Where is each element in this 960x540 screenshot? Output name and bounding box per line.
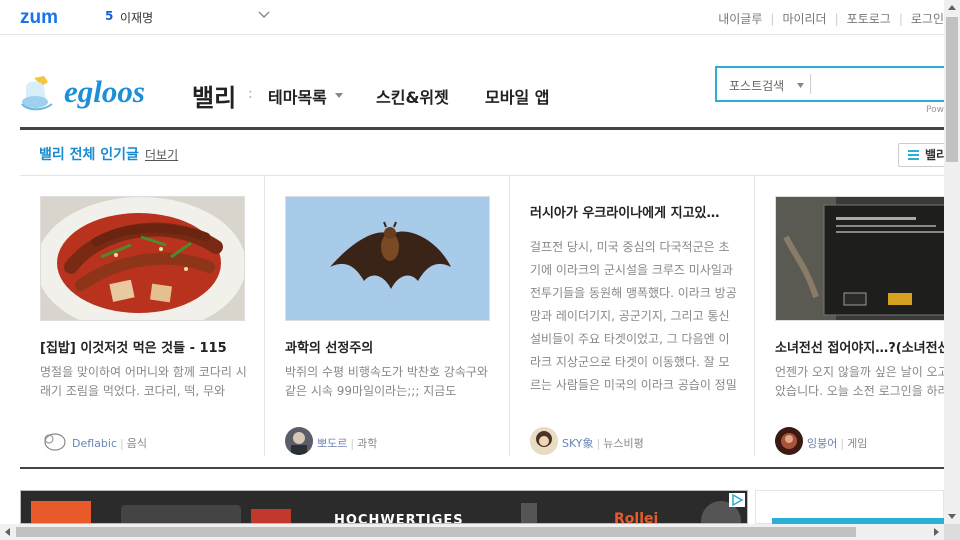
author-name[interactable]: SKY象 [562, 437, 594, 450]
search-type-select[interactable]: 포스트검색 [729, 77, 784, 94]
caret-down-icon[interactable] [797, 83, 804, 88]
scroll-left-arrow-icon[interactable] [0, 524, 16, 540]
link-photolog[interactable]: 포토로그 [847, 12, 891, 26]
list-icon [908, 150, 919, 160]
section-title: 밸리 전체 인기글 [39, 147, 139, 163]
vertical-scrollbar[interactable] [944, 0, 960, 524]
divider: | [770, 12, 775, 26]
scrollbar-corner [944, 524, 960, 540]
post-card: 소녀전선 접어야지…?(소녀전선 언젠가 오지 않을까 싶은 날이 오고 말았습… [755, 176, 960, 456]
horizontal-scroll-thumb[interactable] [16, 527, 856, 537]
ad-choices-icon[interactable] [729, 493, 745, 507]
search-input[interactable] [810, 74, 950, 94]
link-my-reader[interactable]: 마이리더 [782, 12, 826, 26]
ad-brand: Rollei [614, 511, 659, 524]
egloos-logo-text[interactable]: egloos [64, 74, 145, 110]
horizontal-scrollbar[interactable] [0, 524, 944, 540]
header-divider [20, 127, 944, 130]
author-line: Deflabic음식 [72, 435, 147, 451]
post-author: 뽀도르과학 [285, 427, 500, 455]
top-links: 내이글루 | 마이리더 | 포토로그 | 로그인 [718, 10, 944, 27]
vertical-scroll-thumb[interactable] [946, 17, 958, 162]
more-link[interactable]: 더보기 [145, 146, 178, 163]
post-author: 잉붕어게임 [775, 427, 960, 455]
powered-by-text: Pow [926, 105, 944, 115]
ad-headline: HOCHWERTIGES [334, 513, 464, 524]
post-category[interactable]: 과학 [347, 437, 377, 450]
post-excerpt[interactable]: 언젠가 오지 않을까 싶은 날이 오고 말았습니다. 오늘 소전 로그인을 하려 [775, 363, 960, 401]
post-card: 러시아가 우크라이나에게 지고있… 걸프전 당시, 미국 중심의 다국적군은 초… [510, 176, 755, 456]
section-divider [20, 467, 944, 469]
divider: | [898, 12, 903, 26]
avatar[interactable] [285, 427, 313, 455]
post-author: SKY象뉴스비평 [530, 427, 745, 455]
post-card: 과학의 선정주의 박쥐의 수평 비행속도가 박찬호 강속구와 같은 시속 99마… [265, 176, 510, 456]
post-category[interactable]: 게임 [837, 437, 867, 450]
avatar[interactable] [530, 427, 558, 455]
author-name[interactable]: 뽀도르 [317, 437, 347, 450]
avatar[interactable] [40, 427, 68, 455]
avatar[interactable] [775, 427, 803, 455]
post-thumbnail[interactable] [40, 196, 245, 321]
scroll-up-arrow-icon[interactable] [944, 0, 960, 16]
post-title[interactable]: 과학의 선정주의 [285, 337, 500, 356]
realtime-rank-number: 5 [105, 9, 114, 23]
top-bar: zum 5 이재명 내이글루 | 마이리더 | 포토로그 | 로그인 [0, 0, 944, 35]
post-author: Deflabic음식 [40, 427, 255, 455]
divider: | [834, 12, 839, 26]
link-login[interactable]: 로그인 [911, 12, 944, 26]
author-name[interactable]: 잉붕어 [807, 437, 837, 450]
scroll-right-arrow-icon[interactable] [928, 524, 944, 540]
link-my-egloo[interactable]: 내이글루 [718, 12, 762, 26]
advertisement-banner[interactable]: HOCHWERTIGES Rollei [20, 490, 748, 524]
nav-theme-list[interactable]: 테마목록 [268, 84, 327, 108]
zum-logo[interactable]: zum [20, 7, 58, 29]
chevron-down-icon[interactable] [258, 10, 270, 20]
author-line: SKY象뉴스비평 [562, 435, 644, 451]
page-title[interactable]: 밸리 [192, 78, 236, 113]
post-category[interactable]: 뉴스비평 [594, 437, 644, 450]
food-image [41, 197, 244, 320]
post-excerpt[interactable]: 걸프전 당시, 미국 중심의 다국적군은 초기에 이라크의 군시설을 크루즈 미… [530, 236, 740, 398]
site-header: egloos 밸리 : 테마목록 스킨&위젯 모바일 앱 포스트검색 Pow [20, 60, 955, 130]
post-title[interactable]: 러시아가 우크라이나에게 지고있… [530, 202, 745, 221]
nav-mobile-app[interactable]: 모바일 앱 [485, 84, 549, 108]
title-separator: : [248, 86, 253, 102]
author-line: 잉붕어게임 [807, 435, 867, 451]
post-category[interactable]: 음식 [117, 437, 147, 450]
post-excerpt[interactable]: 박쥐의 수평 비행속도가 박찬호 강속구와 같은 시속 99마일이라는;;; 지… [285, 363, 495, 401]
bat-image [286, 197, 489, 320]
author-line: 뽀도르과학 [317, 435, 377, 451]
post-title[interactable]: 소녀전선 접어야지…?(소녀전선 [775, 337, 960, 356]
realtime-rank-keyword[interactable]: 이재명 [120, 9, 153, 26]
search-box: 포스트검색 [715, 66, 955, 102]
post-title[interactable]: [집밥] 이것저것 먹은 것들 - 115 [40, 337, 255, 356]
caret-down-icon[interactable] [335, 93, 343, 98]
post-card: [집밥] 이것저것 먹은 것들 - 115 명절을 맞이하여 어머니와 함께 코… [20, 176, 265, 456]
post-thumbnail[interactable] [775, 196, 960, 321]
nav-skin-widget[interactable]: 스킨&위젯 [376, 84, 449, 108]
post-thumbnail[interactable] [285, 196, 490, 321]
scroll-down-arrow-icon[interactable] [944, 508, 960, 524]
game-screenshot-image [776, 197, 960, 320]
post-excerpt[interactable]: 명절을 맞이하여 어머니와 함께 코다리 시래기 조림을 먹었다. 코다리, 떡… [40, 363, 250, 401]
author-name[interactable]: Deflabic [72, 437, 117, 450]
